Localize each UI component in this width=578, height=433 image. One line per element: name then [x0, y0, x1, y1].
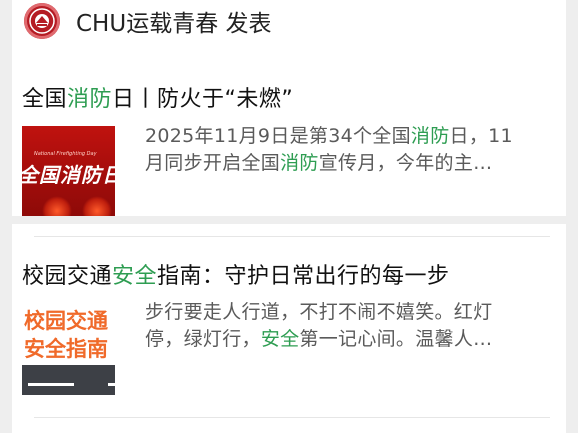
- thumbnail-caption: National Firefighting Day: [34, 151, 97, 157]
- thumbnail-title: 全国消防日: [22, 163, 115, 187]
- divider: [34, 236, 550, 237]
- title-part: 全国: [22, 87, 68, 112]
- university-emblem-icon: [29, 8, 55, 34]
- article-summary: 2025年11月9日是第34个全国消防日，11 月同步开启全国消防宣传月，今年的…: [145, 123, 545, 177]
- road-stripe: [108, 383, 115, 386]
- divider: [34, 417, 550, 418]
- avatar[interactable]: [24, 3, 60, 39]
- summary-line: 2025年11月9日是第34个全国消防日，11: [145, 125, 513, 147]
- title-part: 校园交通: [22, 264, 113, 289]
- flame-decoration: [82, 196, 112, 216]
- road-graphic: [22, 365, 115, 395]
- article-thumbnail[interactable]: 校园交通 安全指南: [22, 305, 115, 395]
- summary-line: 月同步开启全国消防宣传月，今年的主…: [145, 152, 493, 174]
- road-stripe: [28, 383, 74, 386]
- title-part: 日丨防火于“未燃”: [112, 87, 294, 112]
- account-header[interactable]: CHU运载青春 发表: [24, 2, 272, 40]
- summary-line: 停，绿灯行，安全第一记心间。温馨人…: [145, 328, 493, 350]
- article-title[interactable]: 校园交通安全指南：守护日常出行的每一步: [22, 258, 450, 290]
- article-summary: 步行要走人行道，不打不闹不嬉笑。红灯 停，绿灯行，安全第一记心间。温馨人…: [145, 299, 545, 353]
- article-thumbnail[interactable]: National Firefighting Day 全国消防日: [22, 126, 115, 216]
- account-name: CHU运载青春 发表: [76, 11, 272, 37]
- summary-line: 步行要走人行道，不打不闹不嬉笑。红灯: [145, 301, 493, 323]
- title-highlight: 消防: [67, 87, 113, 112]
- title-part: 指南：守护日常出行的每一步: [157, 264, 450, 289]
- flame-decoration: [42, 196, 72, 216]
- article-title[interactable]: 全国消防日丨防火于“未燃”: [22, 81, 293, 113]
- thumbnail-title: 安全指南: [24, 337, 108, 361]
- thumbnail-title: 校园交通: [24, 309, 108, 333]
- title-highlight: 安全: [112, 264, 158, 289]
